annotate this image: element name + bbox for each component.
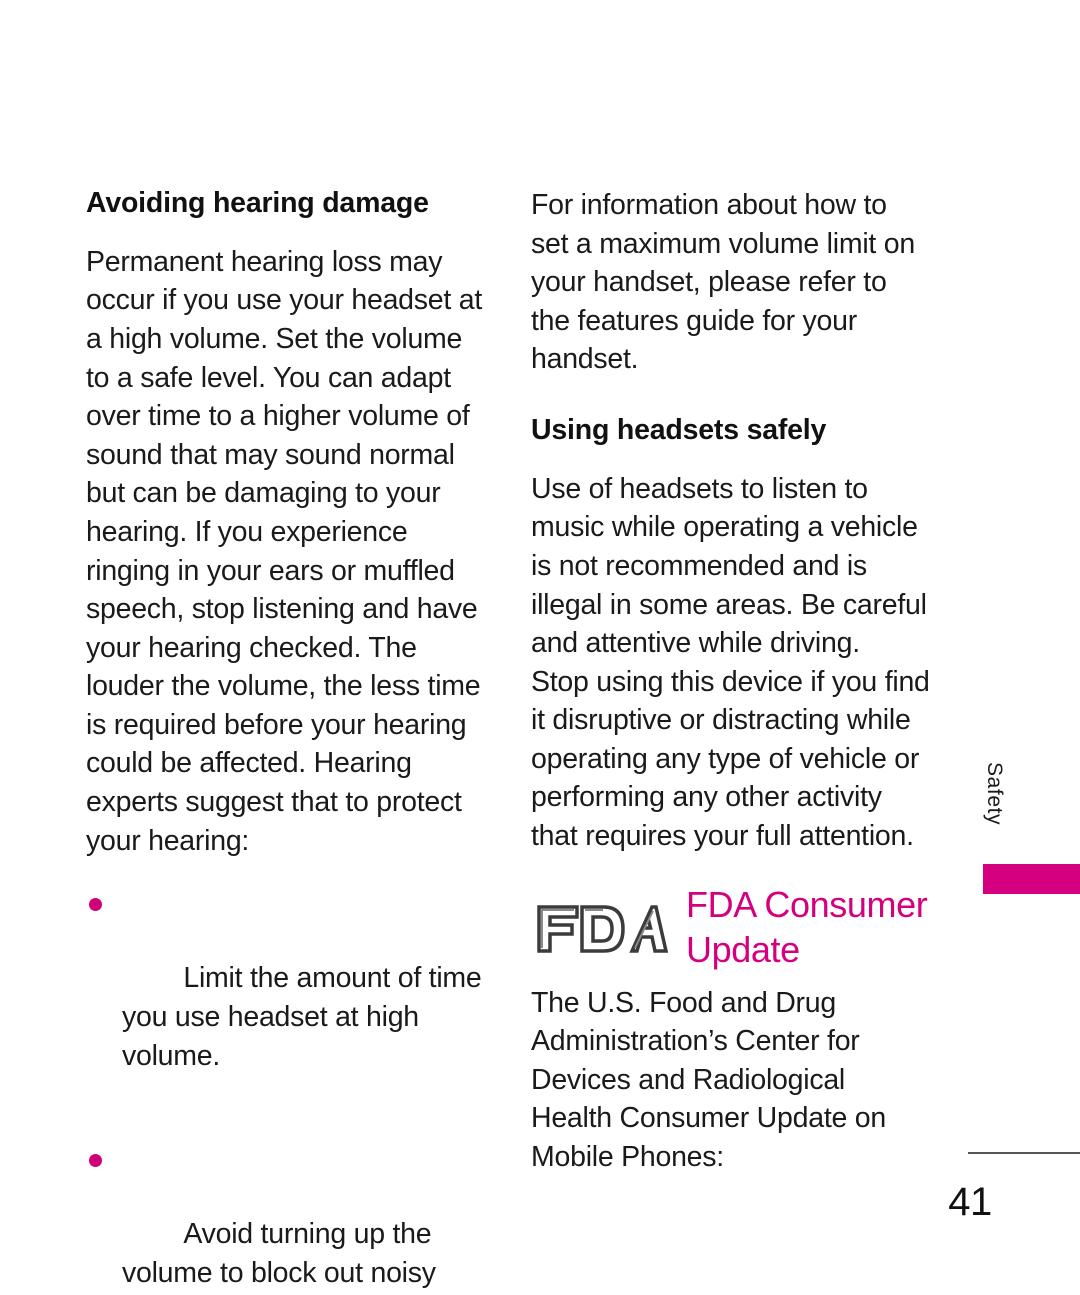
fda-body-paragraph: The U.S. Food and Drug Administration’s … <box>531 986 894 1174</box>
left-section-heading: Avoiding hearing damage <box>86 187 429 219</box>
footer-divider <box>968 1152 1080 1154</box>
right-section-heading: Using headsets safely <box>531 413 827 446</box>
bullet-dot-icon <box>89 1153 102 1167</box>
hearing-protection-bullet-list: Limit the amount of time you use headset… <box>86 882 486 1295</box>
list-item-text: Avoid turning up the volume to block out… <box>122 1218 436 1289</box>
list-item: Limit the amount of time you use headset… <box>86 882 486 1114</box>
page-number: 41 <box>948 1180 992 1224</box>
bullet-dot-icon <box>89 898 102 912</box>
list-item-text: Limit the amount of time you use headset… <box>122 962 490 1072</box>
fda-logo-icon <box>537 904 669 953</box>
side-tab-bar <box>983 864 1080 894</box>
fda-consumer-update-title: FDA Consumer Update <box>686 883 937 970</box>
left-body-paragraph: Permanent hearing loss may occur if you … <box>86 245 490 857</box>
list-item: Avoid turning up the volume to block out… <box>86 1138 486 1295</box>
fda-consumer-update-block: FDA Consumer Update <box>531 882 931 974</box>
right-body-paragraph: Use of headsets to listen to music while… <box>531 472 938 853</box>
right-intro-paragraph: For information about how to set a maxim… <box>531 189 923 376</box>
side-tab-label-safety: Safety <box>983 762 1006 826</box>
document-page: Avoiding hearing damage Permanent hearin… <box>0 0 1080 1295</box>
left-column: Avoiding hearing damage Permanent hearin… <box>86 186 486 1295</box>
right-column: For information about how to set a maxim… <box>531 186 931 1177</box>
